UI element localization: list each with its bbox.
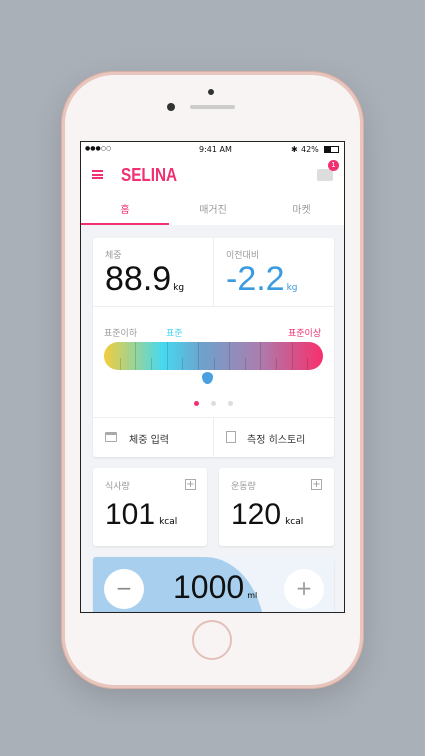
page-dot[interactable] bbox=[228, 401, 233, 406]
gauge-tick bbox=[150, 358, 152, 370]
gauge-low-label: 표준이하 bbox=[104, 329, 138, 339]
camera-icon bbox=[167, 103, 175, 111]
weight-card: 체중 88.9 kg 이전대비 -2.2 kg 표준이하 표준 표준이상 체중 입력… bbox=[93, 238, 334, 457]
water-plus-button[interactable]: + bbox=[284, 569, 324, 609]
weight-input-label: 체중 입력 bbox=[129, 435, 169, 446]
notification-badge: 1 bbox=[328, 160, 339, 171]
page-dot-active[interactable] bbox=[194, 401, 199, 406]
weight-gauge-bar bbox=[104, 342, 323, 370]
history-button[interactable]: 측정 히스토리 bbox=[214, 418, 334, 457]
water-card: − 1000 ml + bbox=[93, 557, 334, 612]
chat-icon[interactable] bbox=[317, 169, 333, 181]
gauge-tick bbox=[119, 358, 121, 370]
gauge-high-label: 표준이상 bbox=[288, 329, 322, 339]
gauge-tick bbox=[307, 358, 309, 370]
exercise-value: 120 kcal bbox=[231, 498, 304, 531]
gauge-normal-label: 표준 bbox=[166, 329, 183, 339]
sensor-dot bbox=[208, 89, 214, 95]
app-screen: ●●●○○ 9:41 AM ✱ 42% SELINA 1 홈 매거진 마켓 체중… bbox=[80, 141, 345, 613]
add-food-icon[interactable]: + bbox=[185, 479, 196, 490]
gauge-tick bbox=[291, 342, 293, 370]
weight-value: 88.9 kg bbox=[105, 260, 185, 298]
speaker bbox=[190, 105, 235, 109]
gauge-tick bbox=[166, 342, 168, 370]
exercise-label: 운동량 bbox=[231, 482, 256, 492]
menu-icon[interactable] bbox=[92, 170, 103, 179]
gauge-marker-drop-icon bbox=[201, 372, 213, 384]
change-value: -2.2 kg bbox=[226, 260, 298, 298]
gauge-tick bbox=[135, 342, 137, 370]
scale-icon bbox=[105, 432, 117, 442]
page-dot[interactable] bbox=[211, 401, 216, 406]
gauge-tick bbox=[260, 342, 262, 370]
water-value: 1000 ml bbox=[173, 569, 258, 605]
gauge-tick bbox=[276, 358, 278, 370]
status-time: 9:41 AM bbox=[199, 145, 232, 154]
battery-icon bbox=[324, 146, 339, 153]
status-bar: ●●●○○ 9:41 AM ✱ 42% bbox=[81, 142, 344, 158]
bluetooth-icon: ✱ bbox=[291, 145, 298, 154]
clipboard-icon bbox=[226, 431, 236, 443]
history-label: 측정 히스토리 bbox=[247, 435, 306, 446]
tab-home[interactable]: 홈 bbox=[81, 201, 169, 216]
app-header: SELINA 1 홈 매거진 마켓 bbox=[81, 158, 344, 225]
tab-market[interactable]: 마켓 bbox=[257, 201, 344, 216]
signal-icon: ●●●○○ bbox=[85, 145, 112, 152]
battery-text: 42% bbox=[301, 145, 319, 154]
home-button[interactable] bbox=[192, 620, 232, 660]
food-label: 식사량 bbox=[105, 482, 130, 492]
gauge-tick bbox=[197, 342, 199, 370]
gauge-tick bbox=[244, 358, 246, 370]
brand-logo: SELINA bbox=[121, 165, 178, 185]
food-card[interactable]: 식사량 + 101 kcal bbox=[93, 468, 207, 546]
gauge-tick bbox=[182, 358, 184, 370]
water-minus-button[interactable]: − bbox=[104, 569, 144, 609]
gauge-tick bbox=[213, 358, 215, 370]
weight-input-button[interactable]: 체중 입력 bbox=[93, 418, 213, 457]
tab-indicator bbox=[81, 223, 169, 225]
tab-magazine[interactable]: 매거진 bbox=[169, 201, 257, 216]
food-value: 101 kcal bbox=[105, 498, 178, 531]
add-exercise-icon[interactable]: + bbox=[311, 479, 322, 490]
exercise-card[interactable]: 운동량 + 120 kcal bbox=[219, 468, 334, 546]
gauge-tick bbox=[229, 342, 231, 370]
